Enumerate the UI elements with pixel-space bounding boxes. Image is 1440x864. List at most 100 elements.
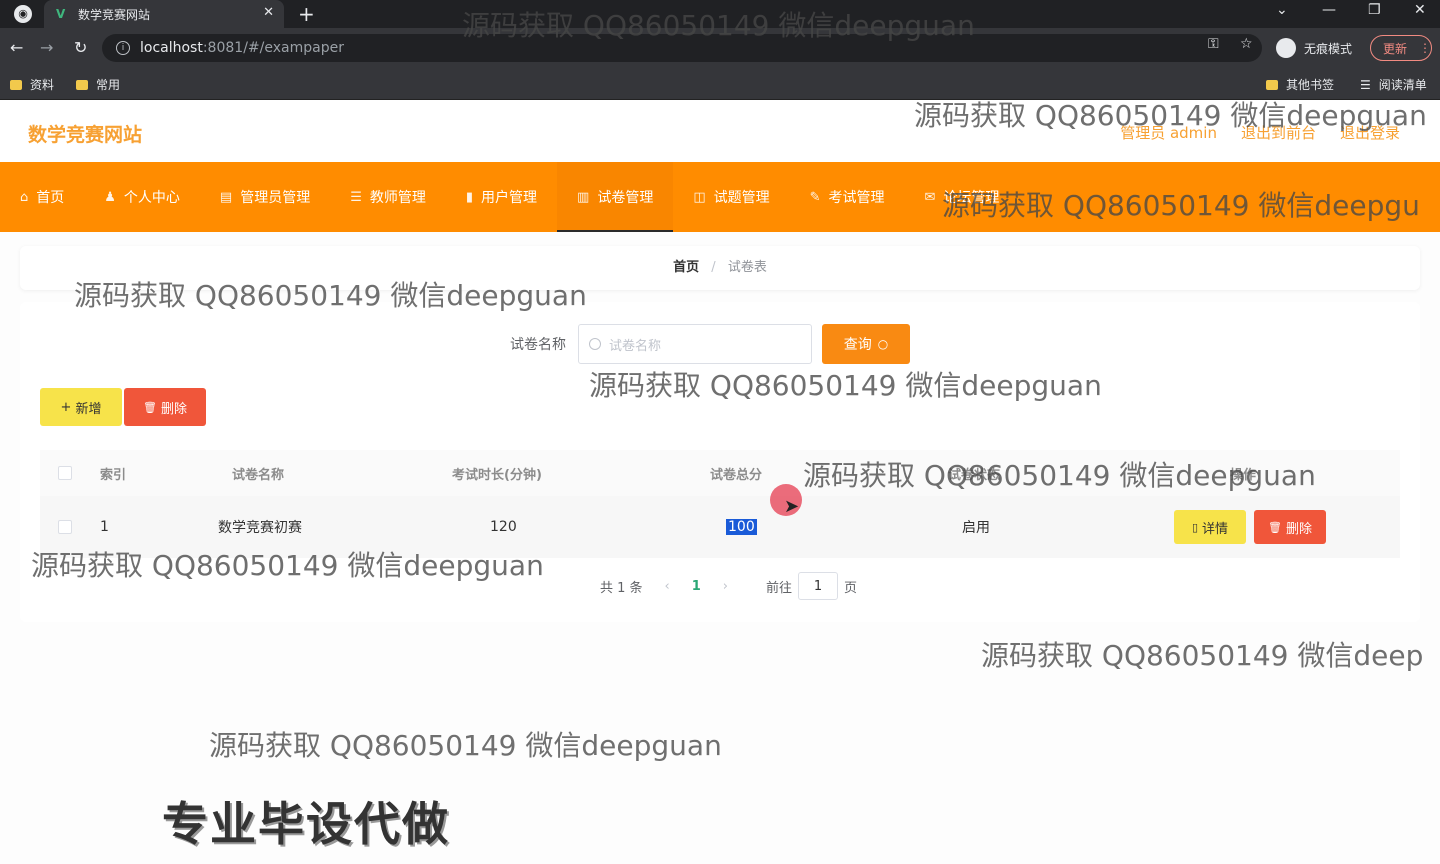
cell-score: 100 [726, 519, 757, 535]
update-button[interactable]: 更新 ⋮ [1370, 35, 1432, 61]
admin-label: 管理员 admin [1120, 124, 1217, 142]
browser-tab[interactable]: V 数学竞赛网站 ✕ [44, 0, 284, 28]
admin-icon: ▤ [219, 189, 233, 205]
site-header: 数学竞赛网站 管理员 admin 退出到前台 退出登录 [0, 100, 1440, 162]
delete-label: 删除 [160, 401, 187, 417]
bookmark-label: 常用 [96, 78, 121, 92]
nav-item-question[interactable]: ◫ 试题管理 [673, 162, 789, 232]
new-tab-icon[interactable]: + [298, 2, 315, 26]
nav-label: 个人中心 [123, 190, 180, 206]
row-checkbox[interactable] [58, 520, 72, 534]
home-icon: ⌂ [20, 189, 29, 205]
browser-tab-bar: ◉ V 数学竞赛网站 ✕ + ⌄ — ❐ ✕ [0, 0, 1440, 28]
folder-icon [10, 79, 22, 90]
more-menu-icon: ⋮ [1419, 41, 1431, 55]
add-label: 新增 [75, 401, 102, 417]
restore-icon[interactable]: ❐ [1368, 2, 1381, 18]
nav-item-teacher[interactable]: ☰ 教师管理 [330, 162, 446, 232]
pager-total: 共 1 条 [600, 580, 643, 596]
mouse-cursor-icon: ➤ [784, 496, 800, 517]
nav-label: 论坛管理 [943, 190, 1000, 206]
table-header: 索引 试卷名称 考试时长(分钟) 试卷总分 试卷状态 操作 [40, 450, 1400, 496]
nav-menu: ⌂ 首页 ♟ 个人中心 ▤ 管理员管理 ☰ 教师管理 ▮ 用户管理 ▥ 试卷管理 ◫ 试题管理… [0, 162, 1440, 232]
url-path: :8081/#/exampaper [202, 40, 344, 56]
batch-delete-button[interactable]: 🗑 删除 [124, 388, 206, 426]
nav-label: 教师管理 [369, 190, 426, 206]
incognito-badge[interactable]: 无痕模式 [1276, 34, 1352, 62]
site-title: 数学竞赛网站 [28, 124, 143, 146]
nav-label: 试题管理 [713, 190, 770, 206]
reload-icon[interactable]: ↻ [74, 38, 87, 57]
nav-label: 首页 [36, 190, 65, 206]
nav-item-paper[interactable]: ▥ 试卷管理 [557, 162, 674, 232]
logout-link[interactable]: 退出登录 [1340, 122, 1400, 143]
header-name: 试卷名称 [232, 467, 285, 483]
back-icon[interactable]: ← [10, 38, 23, 57]
header-duration: 考试时长(分钟) [452, 467, 542, 483]
key-icon[interactable]: ⚿ [1208, 36, 1219, 52]
add-button[interactable]: + 新增 [40, 388, 122, 426]
cell-name: 数学竞赛初赛 [218, 520, 302, 536]
chart-icon: ▮ [465, 189, 474, 205]
main-content: 首页 / 试卷表 试卷名称 试卷名称 查询 ○ + 新增 🗑 删除 索引 试卷名… [0, 232, 1440, 864]
nav-item-exam[interactable]: ✎ 考试管理 [790, 162, 905, 232]
front-link[interactable]: 退出到前台 [1241, 122, 1316, 143]
pagination: 共 1 条 ‹ 1 › 前往 1 页 [600, 572, 857, 600]
next-page-icon[interactable]: › [723, 579, 728, 594]
plus-icon: + [60, 399, 72, 415]
bookmark-label: 其他书签 [1286, 78, 1335, 92]
detail-label: 详情 [1202, 521, 1229, 537]
search-icon [589, 338, 601, 350]
nav-item-admin[interactable]: ▤ 管理员管理 [200, 162, 330, 232]
nav-label: 用户管理 [481, 190, 538, 206]
header-actions: 操作 [1230, 467, 1257, 483]
table-row: 1 数学竞赛初赛 120 100 启用 ▯ 详情 🗑 删除 [40, 496, 1400, 558]
tab-title: 数学竞赛网站 [78, 7, 151, 22]
search-input[interactable]: 试卷名称 [578, 324, 812, 364]
bookmarks-bar: 资料 常用 其他书签 ☰ 阅读清单 [0, 68, 1440, 100]
nav-label: 试卷管理 [597, 190, 654, 206]
nav-item-forum[interactable]: ✉ 论坛管理 [905, 162, 1020, 232]
row-delete-button[interactable]: 🗑 删除 [1254, 510, 1326, 544]
forward-icon[interactable]: → [40, 38, 53, 57]
paper-icon: ▥ [577, 189, 590, 205]
close-window-icon[interactable]: ✕ [1414, 2, 1426, 18]
breadcrumb-separator: / [711, 260, 716, 275]
star-icon[interactable]: ☆ [1240, 36, 1253, 52]
search-form: 试卷名称 试卷名称 查询 ○ [510, 324, 910, 364]
prev-page-icon[interactable]: ‹ [665, 579, 670, 594]
minimize-icon[interactable]: — [1322, 2, 1336, 18]
bookmark-folder[interactable]: 资料 [10, 76, 54, 93]
nav-item-profile[interactable]: ♟ 个人中心 [84, 162, 200, 232]
url-input[interactable]: i localhost :8081/#/exampaper [102, 34, 1262, 62]
promo-overlay-text: 专业毕设代做 [162, 797, 450, 851]
pager-current-page[interactable]: 1 [692, 579, 701, 594]
url-host: localhost [140, 40, 203, 56]
vue-logo-icon: V [56, 7, 66, 21]
chevron-down-icon[interactable]: ⌄ [1276, 2, 1288, 18]
update-label: 更新 [1383, 41, 1408, 56]
select-all-checkbox[interactable] [58, 466, 72, 480]
reading-list[interactable]: ☰ 阅读清单 [1360, 76, 1427, 93]
search-label: 试卷名称 [510, 337, 566, 353]
nav-item-home[interactable]: ⌂ 首页 [0, 162, 84, 232]
paper-table: 索引 试卷名称 考试时长(分钟) 试卷总分 试卷状态 操作 1 数学竞赛初赛 1… [40, 450, 1400, 558]
forum-icon: ✉ [924, 189, 936, 205]
trash-icon: 🗑 [143, 400, 157, 414]
search-placeholder: 试卷名称 [609, 338, 662, 354]
nav-item-user[interactable]: ▮ 用户管理 [446, 162, 557, 232]
user-icon: ♟ [104, 189, 116, 205]
reading-list-icon: ☰ [1360, 77, 1371, 92]
pager-goto-input[interactable]: 1 [798, 572, 839, 600]
breadcrumb-home[interactable]: 首页 [673, 260, 699, 275]
info-icon[interactable]: i [116, 41, 130, 55]
other-bookmarks[interactable]: 其他书签 [1266, 76, 1334, 93]
document-icon: ▯ [1191, 520, 1199, 534]
teacher-icon: ☰ [350, 189, 362, 205]
query-button[interactable]: 查询 ○ [822, 324, 910, 364]
breadcrumb: 首页 / 试卷表 [20, 246, 1420, 290]
bookmark-folder[interactable]: 常用 [76, 76, 120, 93]
nav-label: 考试管理 [828, 190, 885, 206]
close-tab-icon[interactable]: ✕ [263, 5, 274, 20]
detail-button[interactable]: ▯ 详情 [1174, 510, 1246, 544]
